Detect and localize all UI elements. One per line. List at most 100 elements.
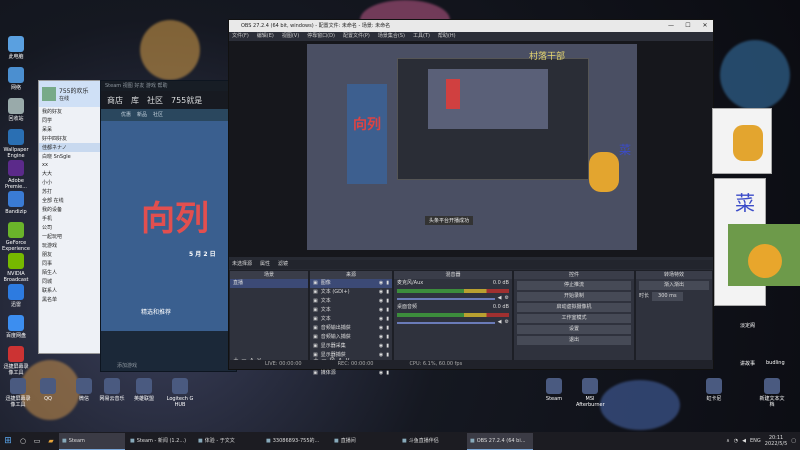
source-item[interactable]: ▣ 文本 ◉ ▮ [310, 306, 392, 315]
contact-list-item[interactable]: 同学 [39, 116, 105, 125]
contact-list-item[interactable]: 大大 [39, 169, 105, 178]
contact-list-item[interactable]: 佳都ネナノ [39, 143, 105, 152]
close-icon[interactable]: ✕ [697, 20, 713, 32]
source-item[interactable]: ▣ 文本 ◉ ▮ [310, 315, 392, 324]
source-item[interactable]: ▣ 文本 ◉ ▮ [310, 297, 392, 306]
tray-expand-icon[interactable]: ∧ [726, 438, 730, 444]
desktop-shortcut[interactable]: 回收站 [2, 98, 30, 122]
source-item[interactable]: ▣ 音频输入捕获 ◉ ▮ [310, 333, 392, 342]
avatar[interactable] [42, 87, 56, 101]
lock-icon[interactable]: ▮ [386, 306, 389, 315]
desktop-shortcut[interactable]: NVIDIA Broadcast [2, 253, 30, 283]
desktop-shortcut[interactable]: MSI Afterburner [576, 378, 605, 408]
side-window[interactable] [712, 108, 772, 174]
source-item[interactable]: ▣ 图像 ◉ ▮ [310, 279, 392, 288]
desktop-shortcut[interactable]: 迅捷屏幕录像工具 [4, 378, 32, 408]
taskbar-button[interactable]: ■ 体验 - 于文文 [195, 433, 261, 449]
menu-item[interactable]: 工具(T) [413, 32, 430, 41]
feature-banner[interactable]: 向列 5 月 2 日 精选和推荐 [101, 121, 236, 331]
contact-list-item[interactable]: 陌生人 [39, 268, 105, 277]
network-tray-icon[interactable]: ◔ [734, 438, 738, 444]
menu-item[interactable]: 场景集合(S) [378, 32, 405, 41]
contact-list-item[interactable]: xx [39, 161, 105, 169]
contact-list-item[interactable]: 白晓 SnSgle [39, 152, 105, 161]
visibility-eye-icon[interactable]: ◉ [379, 279, 383, 288]
control-button[interactable]: 开始录制 [517, 292, 631, 301]
visibility-eye-icon[interactable]: ◉ [379, 342, 383, 351]
lock-icon[interactable]: ▮ [386, 297, 389, 306]
desktop-shortcut[interactable]: 新建文本文档 [758, 378, 786, 408]
maximize-icon[interactable]: ☐ [680, 20, 696, 32]
lock-icon[interactable]: ▮ [386, 333, 389, 342]
desktop-shortcut[interactable]: GeForce Experience [2, 222, 30, 252]
search-icon[interactable]: ○ [16, 437, 30, 445]
volume-slider[interactable] [397, 321, 495, 324]
menu-item[interactable]: 文件(F) [232, 32, 249, 41]
speaker-icon[interactable]: ◀ [498, 294, 502, 303]
lock-icon[interactable]: ▮ [386, 324, 389, 333]
volume-icon[interactable]: ◀ [742, 438, 746, 444]
menu-item[interactable]: 停靠窗口(D) [307, 32, 335, 41]
control-button[interactable]: 停止推流 [517, 281, 631, 290]
taskbar-button[interactable]: ■ OBS 27.2.4 (64 bi... [467, 432, 533, 450]
volume-slider[interactable] [397, 297, 495, 300]
desktop-shortcut[interactable]: 此电脑 [2, 36, 30, 60]
desktop-shortcut[interactable]: Logitech G HUB [166, 378, 194, 408]
desktop-shortcut[interactable]: Bandizip [2, 191, 30, 215]
obs-preview[interactable]: 向列 头条平台开播成功 村落干部 菜 [229, 41, 713, 257]
desktop-shortcut[interactable]: 网易云音乐 [98, 378, 126, 402]
visibility-eye-icon[interactable]: ◉ [379, 369, 383, 378]
visibility-eye-icon[interactable]: ◉ [379, 333, 383, 342]
contact-list-item[interactable]: 我的好友 [39, 107, 105, 116]
source-item[interactable]: ▣ 媒体源 ◉ ▮ [310, 369, 392, 378]
duration-input[interactable]: 300 ms [652, 292, 683, 301]
desktop-shortcut[interactable]: 迅捷屏幕录像工具 [2, 346, 30, 376]
menu-item[interactable]: 视图(V) [282, 32, 299, 41]
add-game-link[interactable]: 添加游戏 [117, 362, 137, 369]
contact-list-item[interactable]: 玩游戏 [39, 241, 105, 250]
contact-list-item[interactable]: 黑名单 [39, 295, 105, 304]
menu-item[interactable]: 帮助(H) [438, 32, 456, 41]
visibility-eye-icon[interactable]: ◉ [379, 297, 383, 306]
control-button[interactable]: 工作室模式 [517, 314, 631, 323]
contact-list-item[interactable]: 公司 [39, 223, 105, 232]
contact-list-item[interactable]: 好中四好友 [39, 134, 105, 143]
input-language[interactable]: ENG [750, 438, 761, 444]
speaker-icon[interactable]: ◀ [498, 318, 502, 327]
scene-item[interactable]: 直播 [230, 279, 308, 288]
control-button[interactable]: 设置 [517, 325, 631, 334]
contact-list-item[interactable]: 手机 [39, 214, 105, 223]
taskbar-button[interactable]: ■ Steam [59, 432, 125, 450]
contact-list-item[interactable]: 同城 [39, 277, 105, 286]
desktop-shortcut[interactable]: 微信 [70, 378, 98, 402]
taskbar-button[interactable]: ■ 直播间 [331, 433, 397, 449]
control-button[interactable]: 退出 [517, 336, 631, 345]
taskbar-button[interactable]: ■ 33086893-755的... [263, 433, 329, 449]
taskbar-button[interactable]: ■ 斗鱼直播伴侣 [399, 433, 465, 449]
lock-icon[interactable]: ▮ [386, 342, 389, 351]
desktop-shortcut[interactable]: 英雄联盟 [130, 378, 158, 402]
filters-button[interactable]: 滤镜 [278, 260, 288, 269]
lock-icon[interactable]: ▮ [386, 315, 389, 324]
contact-list-item[interactable]: 同事 [39, 259, 105, 268]
desktop-shortcut[interactable]: 迅雷 [2, 284, 30, 308]
desktop-label-1[interactable]: 淡定阁 [740, 322, 755, 329]
desktop-shortcut[interactable]: 网络 [2, 67, 30, 91]
notification-icon[interactable]: ▢ [791, 438, 796, 444]
desktop-shortcut[interactable]: QQ [34, 378, 62, 402]
taskbar-button[interactable]: ■ Steam - 新闻 (1.2...) [127, 433, 193, 449]
lock-icon[interactable]: ▮ [386, 369, 389, 378]
nav-community[interactable]: 社区 [147, 95, 163, 106]
source-item[interactable]: ▣ 显示器采集 ◉ ▮ [310, 342, 392, 351]
menu-item[interactable]: 编辑(E) [257, 32, 274, 41]
contact-list-item[interactable]: 朋友 [39, 250, 105, 259]
contact-list-item[interactable]: 苏打 [39, 187, 105, 196]
desktop-shortcut[interactable]: Steam [540, 378, 568, 402]
steam-window[interactable]: Steam 视图 好友 游戏 帮助 商店 库 社区 755就是 优惠 新品 社区… [100, 80, 237, 372]
obs-window[interactable]: OBS 27.2.4 (64 bit, windows) - 配置文件: 未命名… [228, 19, 714, 376]
desktop-shortcut[interactable]: 百度网盘 [2, 315, 30, 339]
contact-list-item[interactable]: 联系人 [39, 286, 105, 295]
contact-list-item[interactable]: 小小 [39, 178, 105, 187]
contact-list-item[interactable]: 我的设备 [39, 205, 105, 214]
tab-community[interactable]: 社区 [153, 109, 163, 121]
